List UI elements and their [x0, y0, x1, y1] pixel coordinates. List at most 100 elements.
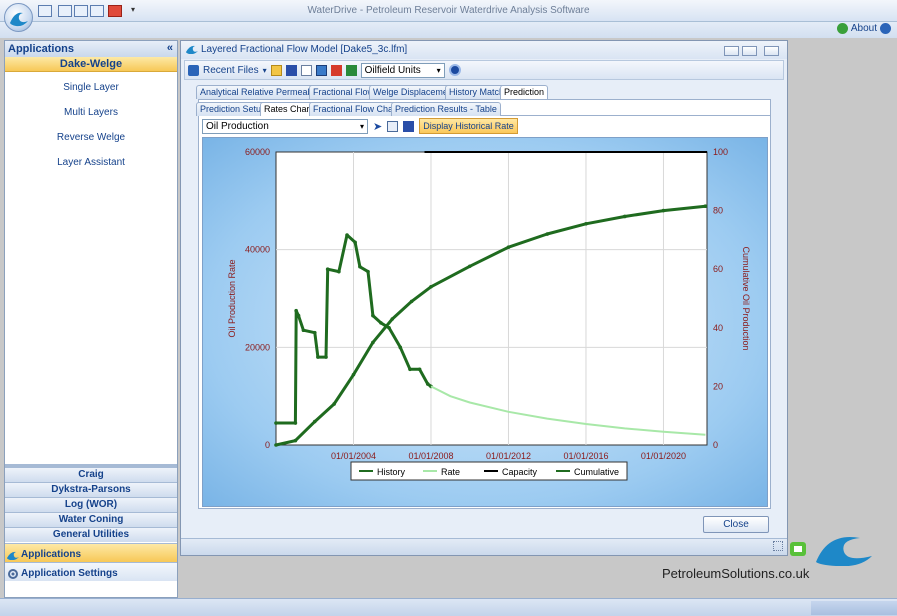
- group-dykstra-parsons[interactable]: Dykstra-Parsons: [5, 482, 177, 497]
- model-toolbar: Recent Files ▾ Oilfield Units ▾: [184, 60, 784, 80]
- legend-label-cumulative: Cumulative: [574, 467, 619, 477]
- data-point-cumulative: [351, 372, 356, 377]
- data-point-history: [398, 345, 403, 350]
- y2-tick-label-0: 0: [713, 440, 718, 450]
- wave-icon: [7, 551, 19, 560]
- y-axis-label: Oil Production Rate: [227, 259, 237, 337]
- chart-toolbar: Oil Production ▾ ➤ Display Historical Ra…: [199, 116, 770, 136]
- data-point-history: [371, 313, 375, 318]
- data-point-cumulative: [703, 204, 708, 209]
- nav-item-layer-assistant[interactable]: Layer Assistant: [5, 157, 177, 168]
- y-tick-label-3: 60000: [245, 147, 270, 157]
- nav-application-settings[interactable]: Application Settings: [5, 562, 177, 581]
- tab-prediction[interactable]: Prediction: [500, 85, 549, 100]
- ribbon-bar: About: [0, 22, 897, 38]
- model-window-titlebar: Layered Fractional Flow Model [Dake5_3c.…: [181, 41, 787, 59]
- data-point-history: [417, 367, 422, 372]
- data-point-cumulative: [467, 264, 472, 269]
- data-point-cumulative: [312, 419, 317, 424]
- nav-item-single-layer[interactable]: Single Layer: [5, 82, 177, 93]
- subtab-rates-chart[interactable]: Rates Chart: [260, 102, 317, 116]
- data-point-history: [316, 355, 320, 359]
- layout-horizontal-icon[interactable]: [58, 5, 72, 17]
- minimize-button[interactable]: [724, 46, 739, 56]
- group-craig[interactable]: Craig: [5, 467, 177, 482]
- pdf-icon[interactable]: [330, 64, 342, 76]
- rates-chart: 01/01/2004 01/01/2008 01/01/2012 01/01/2016…: [202, 137, 768, 507]
- collapse-panel-icon[interactable]: «: [167, 42, 173, 54]
- settings-gear-icon: [8, 568, 18, 579]
- x-tick-label-1: 01/01/2008: [408, 451, 453, 461]
- recent-files-icon: [188, 64, 199, 76]
- data-point-history: [294, 308, 298, 313]
- monitor-icon[interactable]: [315, 64, 327, 76]
- tab-history-match[interactable]: History Match: [445, 85, 509, 99]
- group-dake-welge[interactable]: Dake-Welge: [5, 57, 177, 72]
- about-icon: [836, 23, 848, 34]
- save-icon[interactable]: [38, 5, 52, 17]
- customize-dropdown-icon[interactable]: ▾: [131, 5, 135, 14]
- layout-vertical-icon[interactable]: [74, 5, 88, 17]
- nav-applications-label: Applications: [21, 549, 82, 560]
- y2-tick-label-4: 80: [713, 206, 723, 216]
- plot-area: [275, 151, 708, 446]
- pointer-icon[interactable]: ➤: [373, 120, 382, 133]
- status-panel: [811, 601, 897, 615]
- units-select[interactable]: Oilfield Units ▾: [360, 62, 445, 78]
- data-point-history: [408, 367, 412, 372]
- help-icon[interactable]: [880, 23, 891, 34]
- rates-chart-svg: 01/01/2004 01/01/2008 01/01/2012 01/01/2016…: [227, 147, 751, 481]
- applications-panel: Applications « Dake-Welge Single Layer M…: [4, 40, 178, 598]
- chart-variable-select[interactable]: Oil Production ▾: [202, 118, 368, 134]
- data-point-history: [274, 421, 278, 425]
- data-point-history: [345, 233, 349, 237]
- x-tick-label-0: 01/01/2004: [331, 451, 376, 461]
- nav-applications[interactable]: Applications: [5, 543, 177, 562]
- y2-tick-label-5: 100: [713, 147, 728, 157]
- save-chart-icon[interactable]: [403, 120, 415, 132]
- group-general-utilities[interactable]: General Utilities: [5, 527, 177, 542]
- data-point-cumulative: [506, 245, 511, 250]
- app-menu-orb[interactable]: [4, 3, 33, 32]
- new-document-icon[interactable]: [300, 64, 312, 76]
- subtab-prediction-setup[interactable]: Prediction Setup: [196, 102, 271, 116]
- data-point-cumulative: [545, 232, 550, 236]
- tab-fractional-flow[interactable]: Fractional Flow: [309, 85, 379, 99]
- window-status-strip: [181, 538, 787, 555]
- excel-icon[interactable]: [345, 64, 357, 76]
- data-point-cumulative: [371, 340, 375, 345]
- chart-variable-value: Oil Production: [206, 120, 269, 132]
- subtab-prediction-results-table[interactable]: Prediction Results - Table: [391, 102, 501, 116]
- display-historical-rate-button[interactable]: Display Historical Rate: [419, 118, 518, 134]
- units-select-value: Oilfield Units: [364, 64, 421, 76]
- nav-item-multi-layers[interactable]: Multi Layers: [5, 107, 177, 118]
- copy-icon[interactable]: [387, 120, 399, 132]
- resize-grip-icon[interactable]: [773, 541, 783, 551]
- close-button[interactable]: Close: [703, 516, 769, 533]
- data-point-history: [358, 264, 362, 269]
- model-window-title: Layered Fractional Flow Model [Dake5_3c.…: [201, 44, 408, 55]
- about-label: About: [850, 23, 877, 34]
- recent-files-label[interactable]: Recent Files: [203, 65, 259, 76]
- group-log-wor[interactable]: Log (WOR): [5, 497, 177, 512]
- close-window-button[interactable]: [764, 46, 779, 56]
- nav-item-reverse-welge[interactable]: Reverse Welge: [5, 132, 177, 143]
- nav-application-settings-label: Application Settings: [21, 568, 118, 579]
- group-water-coning[interactable]: Water Coning: [5, 512, 177, 527]
- legend-label-rate: Rate: [441, 467, 460, 477]
- recent-files-dropdown-icon[interactable]: ▾: [263, 66, 267, 75]
- chevron-down-icon: ▾: [359, 121, 364, 131]
- data-point-cumulative: [622, 214, 627, 219]
- about-button[interactable]: About: [836, 23, 891, 34]
- restore-button[interactable]: [742, 46, 757, 56]
- model-window: Layered Fractional Flow Model [Dake5_3c.…: [180, 40, 788, 556]
- open-folder-icon[interactable]: [270, 64, 282, 76]
- y2-tick-label-1: 20: [713, 381, 723, 391]
- close-all-icon[interactable]: [108, 5, 122, 17]
- data-point-cumulative: [429, 284, 433, 289]
- data-point-history: [293, 421, 298, 425]
- data-point-history: [301, 328, 306, 333]
- cascade-icon[interactable]: [90, 5, 104, 17]
- save-icon[interactable]: [285, 64, 297, 76]
- power-icon[interactable]: [448, 64, 461, 76]
